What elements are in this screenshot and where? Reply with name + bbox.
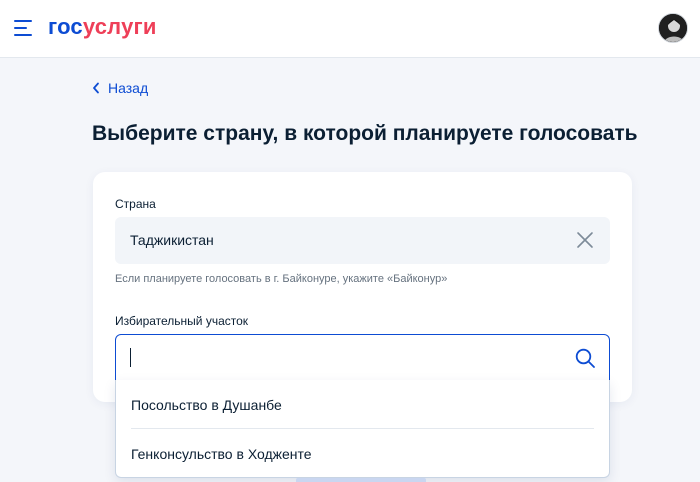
page-title: Выберите страну, в которой планируете го… xyxy=(92,122,638,145)
district-label: Избирательный участок xyxy=(115,314,249,328)
avatar-image xyxy=(659,14,687,42)
gosuslugi-logo[interactable]: госуслуги xyxy=(48,14,157,40)
dropdown-option-khujand[interactable]: Генконсульство в Ходженте xyxy=(116,429,609,477)
country-field[interactable]: Таджикистан xyxy=(115,217,610,264)
avatar[interactable] xyxy=(658,13,688,43)
chevron-left-icon xyxy=(93,82,99,94)
country-hint: Если планируете голосовать в г. Байконур… xyxy=(115,273,448,285)
district-dropdown: Посольство в Душанбе Генконсульство в Хо… xyxy=(115,380,610,478)
top-header: госуслуги xyxy=(0,0,700,58)
option-label: Генконсульство в Ходженте xyxy=(131,446,312,462)
continue-button-edge xyxy=(296,478,426,482)
country-value: Таджикистан xyxy=(130,232,214,248)
close-icon[interactable] xyxy=(576,231,594,249)
district-search-input[interactable] xyxy=(115,334,610,381)
back-link-label: Назад xyxy=(108,80,149,96)
logo-text-uslugi: услуги xyxy=(82,14,157,39)
search-icon[interactable] xyxy=(574,347,596,369)
menu-icon[interactable] xyxy=(14,19,36,37)
option-label: Посольство в Душанбе xyxy=(131,397,282,413)
back-link[interactable]: Назад xyxy=(92,80,148,96)
logo-text-gos: гос xyxy=(48,14,83,39)
country-label: Страна xyxy=(115,197,156,211)
dropdown-option-dushanbe[interactable]: Посольство в Душанбе xyxy=(116,380,609,428)
text-cursor xyxy=(130,348,131,367)
